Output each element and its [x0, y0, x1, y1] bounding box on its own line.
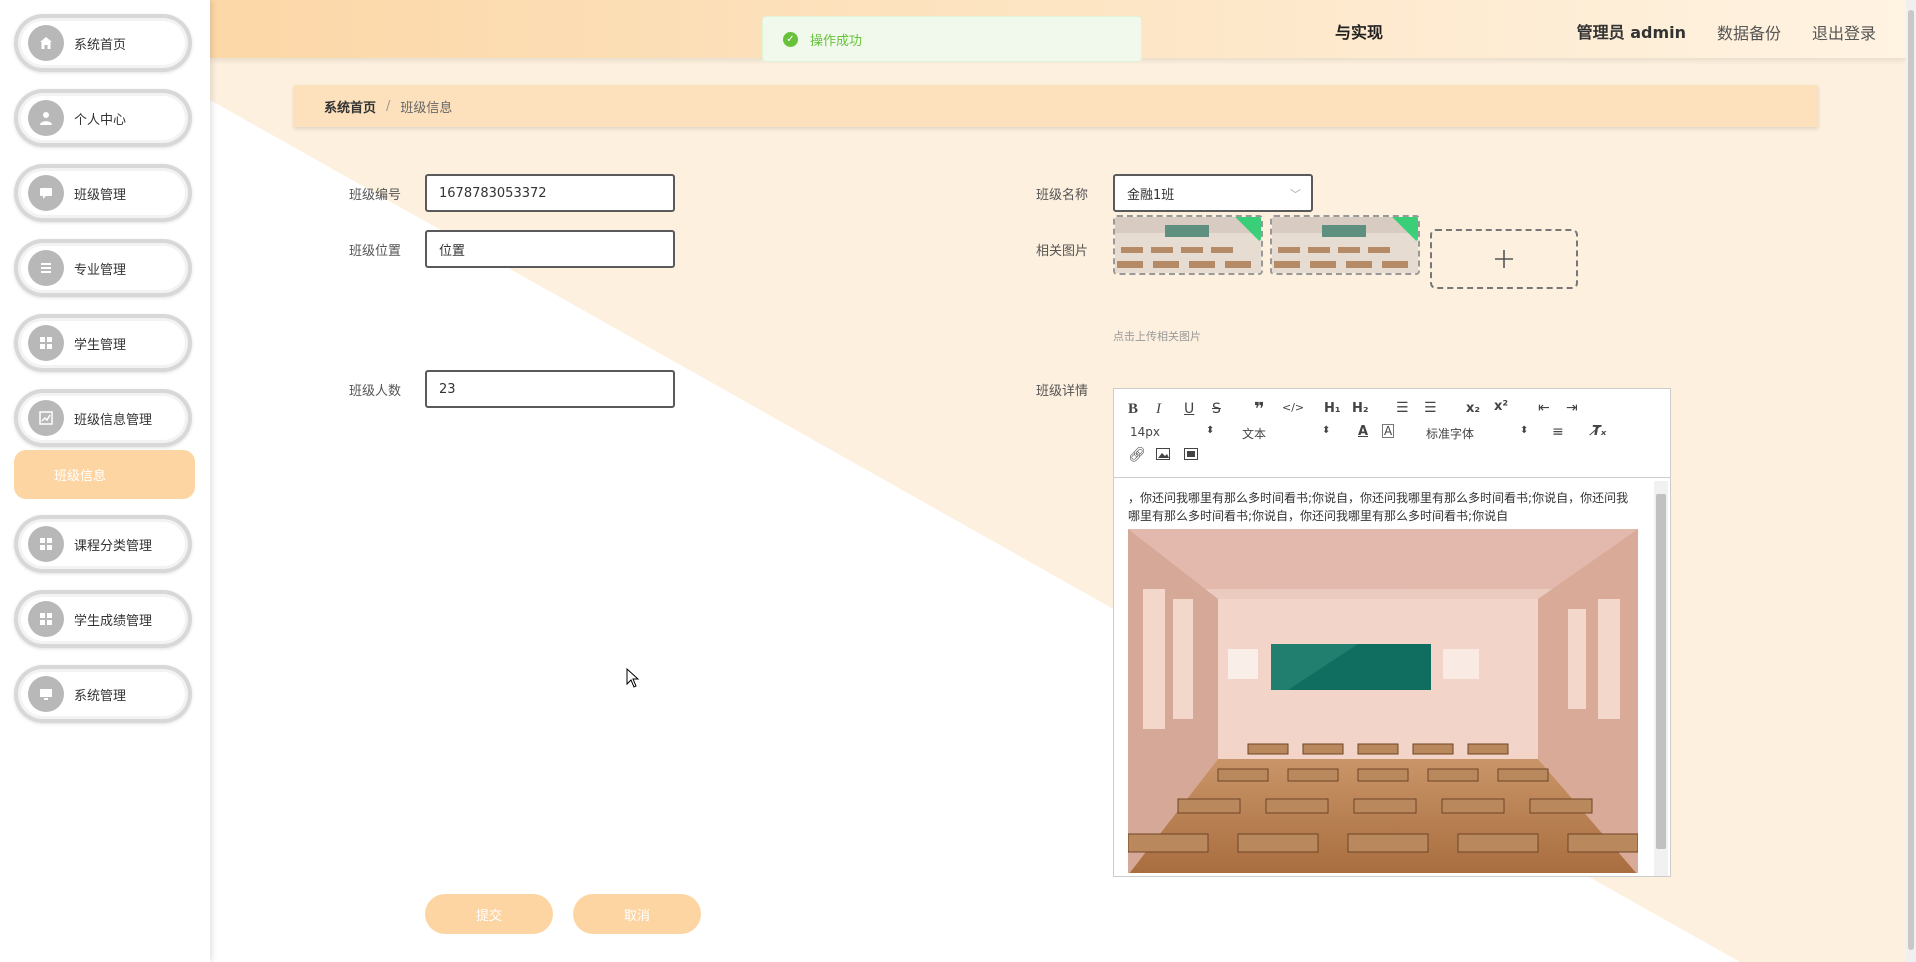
link-icon[interactable]: 🔗︎ [1128, 447, 1146, 463]
align-icon[interactable]: ≡ [1552, 424, 1564, 440]
grid-icon [28, 526, 64, 562]
sidebar-subitem-class-info[interactable]: 班级信息 [14, 450, 195, 499]
grid-icon [28, 325, 64, 361]
sidebar-item-student[interactable]: 学生管理 [14, 314, 192, 372]
breadcrumb: 系统首页 / 班级信息 [294, 85, 1818, 127]
background-color-icon[interactable]: A [1382, 424, 1395, 438]
count-label: 班级人数 [349, 384, 402, 399]
upload-tip: 点击上传相关图片 [1113, 330, 1201, 343]
editor-content[interactable]: ，你还问我哪里有那么多时间看书;你说自，你还问我哪里有那么多时间看书;你说自，你… [1128, 489, 1638, 873]
sidebar-item-label: 系统管理 [74, 688, 127, 704]
classroom-thumbnail-image [1115, 217, 1261, 273]
sidebar-item-class[interactable]: 班级管理 [14, 164, 192, 222]
superscript-icon[interactable]: x² [1494, 399, 1508, 414]
images-label: 相关图片 [1036, 244, 1089, 259]
chevron-updown-icon: ⬍ [1520, 425, 1529, 436]
bullet-list-icon[interactable]: ☰ [1424, 400, 1437, 416]
toast-message: 操作成功 [810, 33, 863, 49]
breadcrumb-home[interactable]: 系统首页 [324, 97, 376, 116]
class-name-value: 金融1班 [1127, 187, 1175, 203]
count-input[interactable]: 23 [425, 370, 675, 408]
detail-label: 班级详情 [1036, 384, 1089, 399]
image-thumbnail[interactable] [1270, 215, 1420, 275]
breadcrumb-separator: / [386, 98, 391, 114]
sidebar-item-label: 学生管理 [74, 337, 127, 353]
class-no-input[interactable]: 1678783053372 [425, 174, 675, 212]
sidebar-item-major[interactable]: 专业管理 [14, 239, 192, 297]
image-thumbnail[interactable] [1113, 215, 1263, 275]
class-no-label: 班级编号 [349, 188, 402, 203]
font-family-select[interactable]: 标准字体 [1426, 425, 1474, 442]
font-color-icon[interactable]: A [1358, 424, 1368, 439]
class-name-select[interactable]: 金融1班 ﹀ [1113, 174, 1313, 212]
code-icon[interactable]: </> [1282, 401, 1304, 414]
outdent-icon[interactable]: ⇤ [1538, 400, 1550, 416]
class-info-form: 班级编号 1678783053372 班级位置 位置 班级人数 23 班级名称 … [0, 0, 1916, 962]
location-label: 班级位置 [349, 244, 402, 259]
image-icon[interactable] [1156, 448, 1170, 464]
rich-text-editor: B I U S ❞ </> H₁ H₂ ☰ ☰ x₂ x² ⇤ ⇥ 14px ⬍… [1113, 388, 1671, 877]
clear-format-icon[interactable]: T̸ₓ [1592, 424, 1606, 439]
ordered-list-icon[interactable]: ☰ [1396, 400, 1409, 416]
editor-text: ，你还问我哪里有那么多时间看书;你说自，你还问我哪里有那么多时间看书;你说自，你… [1128, 491, 1629, 523]
editor-scrollbar-thumb[interactable] [1656, 494, 1666, 849]
paragraph-select[interactable]: 文本 [1242, 425, 1266, 442]
sidebar-item-label: 班级管理 [74, 187, 127, 203]
italic-icon[interactable]: I [1156, 401, 1161, 418]
list-icon [28, 250, 64, 286]
sidebar-item-scores[interactable]: 学生成绩管理 [14, 590, 192, 648]
bold-icon[interactable]: B [1128, 401, 1138, 418]
editor-toolbar: B I U S ❞ </> H₁ H₂ ☰ ☰ x₂ x² ⇤ ⇥ 14px ⬍… [1114, 389, 1670, 478]
check-circle-icon: ✓ [783, 31, 798, 47]
classroom-thumbnail-image [1272, 217, 1418, 273]
plus-icon [1495, 250, 1513, 268]
breadcrumb-current: 班级信息 [400, 100, 453, 116]
backup-link[interactable]: 数据备份 [1717, 20, 1781, 44]
chart-icon [28, 400, 64, 436]
sidebar: 系统首页 个人中心 班级管理 专业管理 学生管理 班级信息管理 班级信息 课程分… [0, 0, 210, 962]
classroom-image [1128, 529, 1638, 873]
grid-icon [28, 601, 64, 637]
monitor-icon [28, 676, 64, 712]
page-scrollbar-thumb[interactable] [1908, 10, 1914, 950]
sidebar-item-label: 系统首页 [74, 37, 127, 53]
sidebar-item-profile[interactable]: 个人中心 [14, 89, 192, 147]
page-scrollbar[interactable] [1906, 0, 1916, 962]
logout-link[interactable]: 退出登录 [1812, 20, 1876, 44]
class-name-label: 班级名称 [1036, 188, 1089, 203]
submit-button[interactable]: 提交 [425, 894, 553, 934]
sidebar-item-home[interactable]: 系统首页 [14, 14, 192, 72]
sidebar-item-label: 课程分类管理 [74, 538, 153, 554]
sidebar-item-label: 学生成绩管理 [74, 613, 153, 629]
sidebar-item-label: 个人中心 [74, 112, 127, 128]
font-size-select[interactable]: 14px [1130, 425, 1160, 439]
admin-name: 管理员 admin [1576, 23, 1686, 42]
location-input[interactable]: 位置 [425, 230, 675, 268]
sidebar-item-label: 班级信息管理 [74, 412, 153, 428]
home-icon [28, 25, 64, 61]
sidebar-item-system[interactable]: 系统管理 [14, 665, 192, 723]
h2-icon[interactable]: H₂ [1352, 401, 1369, 416]
sidebar-subitem-label: 班级信息 [54, 469, 107, 484]
site-title: 与实现 [1335, 23, 1384, 42]
chevron-down-icon: ﹀ [1290, 188, 1301, 201]
h1-icon[interactable]: H₁ [1324, 401, 1341, 416]
chat-icon [28, 175, 64, 211]
user-icon [28, 100, 64, 136]
indent-icon[interactable]: ⇥ [1566, 400, 1578, 416]
subscript-icon[interactable]: x₂ [1466, 401, 1480, 416]
mouse-cursor-icon [626, 668, 640, 688]
strike-icon[interactable]: S [1212, 401, 1221, 417]
chevron-updown-icon: ⬍ [1206, 425, 1215, 436]
sidebar-item-class-info[interactable]: 班级信息管理 [14, 389, 192, 447]
video-icon[interactable] [1184, 448, 1198, 464]
quote-icon[interactable]: ❞ [1254, 399, 1265, 420]
image-upload-button[interactable] [1430, 229, 1578, 289]
chevron-updown-icon: ⬍ [1322, 425, 1331, 436]
sidebar-item-label: 专业管理 [74, 262, 127, 278]
success-toast: ✓ 操作成功 [762, 16, 1142, 62]
underline-icon[interactable]: U [1184, 401, 1194, 417]
cancel-button[interactable]: 取消 [573, 894, 701, 934]
sidebar-item-course-category[interactable]: 课程分类管理 [14, 515, 192, 573]
